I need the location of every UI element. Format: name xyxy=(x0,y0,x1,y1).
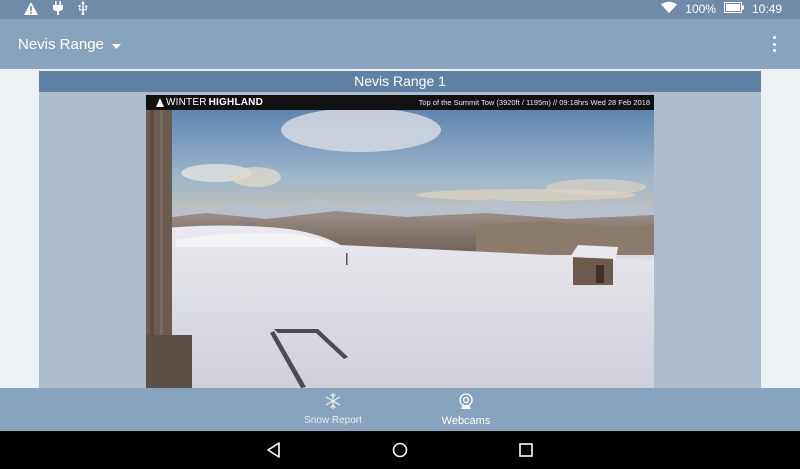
mountain-logo-icon xyxy=(156,98,164,107)
webcam-content[interactable]: Nevis Range 1 WINTER HIGHLAND Top of the… xyxy=(0,69,800,388)
resort-selector[interactable]: Nevis Range xyxy=(18,36,121,53)
usb-icon xyxy=(78,1,88,18)
battery-icon xyxy=(723,2,744,17)
wifi-icon xyxy=(661,1,678,18)
winterhighland-logo: WINTER HIGHLAND xyxy=(156,97,263,108)
webcam-title: Nevis Range 1 xyxy=(39,71,761,92)
recents-square-icon xyxy=(519,443,533,457)
status-bar: 100% 10:49 xyxy=(0,0,800,19)
recents-button[interactable] xyxy=(517,441,535,459)
back-triangle-icon xyxy=(267,442,280,458)
home-circle-icon xyxy=(392,442,408,458)
webcam-image[interactable]: WINTER HIGHLAND Top of the Summit Tow (39… xyxy=(146,95,654,388)
snowflake-icon xyxy=(325,393,341,409)
nav-snow-report-label: Snow Report xyxy=(304,415,362,426)
nav-snow-report[interactable]: Snow Report xyxy=(278,392,388,426)
hut xyxy=(570,245,618,285)
webcam-timestamp: Top of the Summit Tow (3920ft / 1195m) /… xyxy=(418,98,650,107)
back-button[interactable] xyxy=(265,441,283,459)
overflow-menu-button[interactable] xyxy=(770,36,778,52)
nav-webcams[interactable]: Webcams xyxy=(411,392,521,427)
dropdown-arrow-icon xyxy=(111,36,121,53)
status-time: 10:49 xyxy=(751,2,782,16)
webcam-card: Nevis Range 1 WINTER HIGHLAND Top of the… xyxy=(39,71,761,388)
system-navigation-bar xyxy=(0,431,800,469)
app-bar: Nevis Range xyxy=(0,19,800,69)
plug-icon xyxy=(52,1,64,18)
webcam-scene xyxy=(146,108,654,388)
webcam-caption-bar: WINTER HIGHLAND Top of the Summit Tow (39… xyxy=(146,95,654,110)
more-vert-icon xyxy=(772,36,776,39)
battery-percent: 100% xyxy=(685,2,716,16)
nav-webcams-label: Webcams xyxy=(441,415,491,427)
home-button[interactable] xyxy=(391,441,409,459)
bottom-navigation: Snow Report Webcams xyxy=(0,388,800,431)
webcam-icon xyxy=(459,393,473,409)
warning-icon xyxy=(24,1,38,18)
resort-selector-label: Nevis Range xyxy=(18,36,104,53)
